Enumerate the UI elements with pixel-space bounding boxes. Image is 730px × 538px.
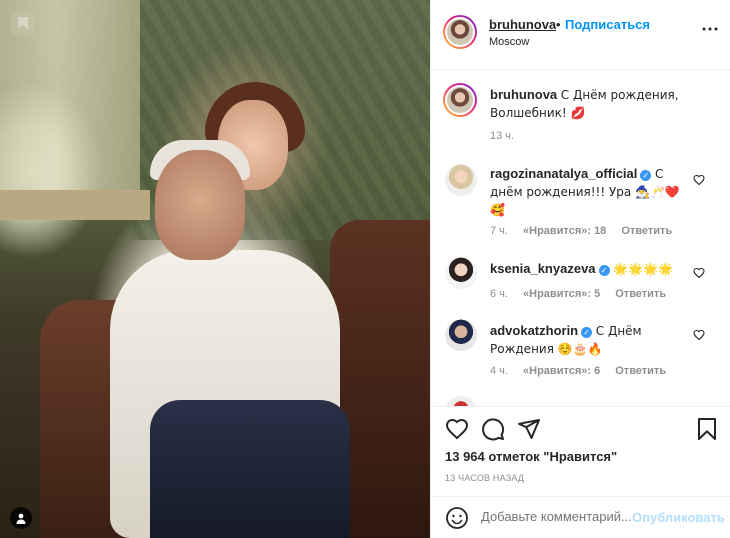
comment-author[interactable]: ksenia_knyazeva	[490, 261, 596, 276]
commenter-avatar[interactable]	[445, 319, 477, 351]
caption-body: bruhunova С Днём рождения, Волшебник! 💋	[490, 86, 690, 122]
post-sidebar: bruhunova • Подписаться Moscow bruhunova…	[430, 0, 730, 538]
comment-icon[interactable]	[481, 417, 507, 443]
author-username[interactable]: bruhunova	[489, 17, 556, 32]
post-time[interactable]: 13 ЧАСОВ НАЗАД	[445, 473, 524, 483]
comment-time[interactable]: 4 ч.	[490, 365, 508, 377]
likes-count[interactable]: 13 964 отметок "Нравится"	[445, 449, 617, 464]
comment-author[interactable]: advokatzhorin	[490, 323, 578, 338]
comment-author[interactable]: ragozinanatalya_official	[490, 166, 637, 181]
caption-author[interactable]: bruhunova	[490, 87, 557, 102]
likes-number[interactable]: 13 964	[445, 449, 485, 464]
tagged-user-icon[interactable]	[10, 507, 32, 529]
post-location[interactable]: Moscow	[489, 36, 529, 48]
share-icon[interactable]	[517, 417, 543, 443]
photo-man-face	[155, 150, 245, 260]
photo-windowsill	[0, 190, 150, 220]
caption-time-text[interactable]: 13 ч.	[490, 130, 514, 142]
add-comment-bar: Опубликовать	[431, 496, 730, 538]
caption-avatar[interactable]	[443, 83, 477, 117]
publish-button[interactable]: Опубликовать	[632, 510, 725, 525]
comments-list[interactable]: bruhunova С Днём рождения, Волшебник! 💋 …	[431, 71, 730, 406]
comment-likes[interactable]: «Нравится»: 6	[523, 365, 600, 377]
post-photo[interactable]	[0, 0, 430, 538]
verified-badge-icon: ✓	[598, 265, 610, 276]
author-avatar[interactable]	[443, 15, 477, 49]
comment-time[interactable]: 6 ч.	[490, 288, 508, 300]
comment-meta: 6 ч. «Нравится»: 5 Ответить	[490, 288, 666, 300]
comment-body: advokatzhorin ✓ С Днём Рождения ☺️🎂🔥	[490, 322, 695, 358]
likes-suffix[interactable]: отметок "Нравится"	[488, 449, 617, 464]
like-comment-icon[interactable]	[693, 173, 705, 186]
reply-button[interactable]: Ответить	[615, 288, 666, 300]
comment-meta: 4 ч. «Нравится»: 6 Ответить	[490, 365, 666, 377]
comment-text: 🌟🌟🌟🌟	[613, 262, 673, 276]
reply-button[interactable]: Ответить	[615, 365, 666, 377]
caption-time: 13 ч.	[490, 130, 514, 142]
save-collection-icon[interactable]	[11, 11, 35, 35]
verified-badge-icon: ✓	[581, 327, 593, 338]
like-comment-icon[interactable]	[693, 328, 705, 341]
follow-button[interactable]: Подписаться	[565, 17, 650, 32]
more-options-icon[interactable]	[701, 20, 719, 38]
separator-dot: •	[556, 17, 561, 32]
verified-badge-icon: ✓	[640, 170, 652, 181]
comment-input[interactable]	[481, 509, 631, 524]
comment-body: ragozinanatalya_official ✓ С днём рождени…	[490, 165, 695, 219]
comment-meta: 7 ч. «Нравится»: 18 Ответить	[490, 225, 672, 237]
commenter-avatar[interactable]	[445, 396, 477, 406]
commenter-avatar[interactable]	[445, 164, 477, 196]
like-icon[interactable]	[445, 417, 471, 443]
photo-trousers	[150, 400, 350, 538]
comment-body: ksenia_knyazeva ✓ 🌟🌟🌟🌟	[490, 260, 705, 278]
save-icon[interactable]	[695, 417, 721, 443]
post-actions: 13 964 отметок "Нравится" 13 ЧАСОВ НАЗАД	[431, 406, 730, 496]
emoji-icon[interactable]	[445, 506, 469, 530]
like-comment-icon[interactable]	[693, 266, 705, 279]
post-header: bruhunova • Подписаться Moscow	[431, 0, 730, 70]
reply-button[interactable]: Ответить	[621, 225, 672, 237]
comment-time[interactable]: 7 ч.	[490, 225, 508, 237]
comment-likes[interactable]: «Нравится»: 5	[523, 288, 600, 300]
commenter-avatar[interactable]	[445, 257, 477, 289]
comment-likes[interactable]: «Нравится»: 18	[523, 225, 606, 237]
